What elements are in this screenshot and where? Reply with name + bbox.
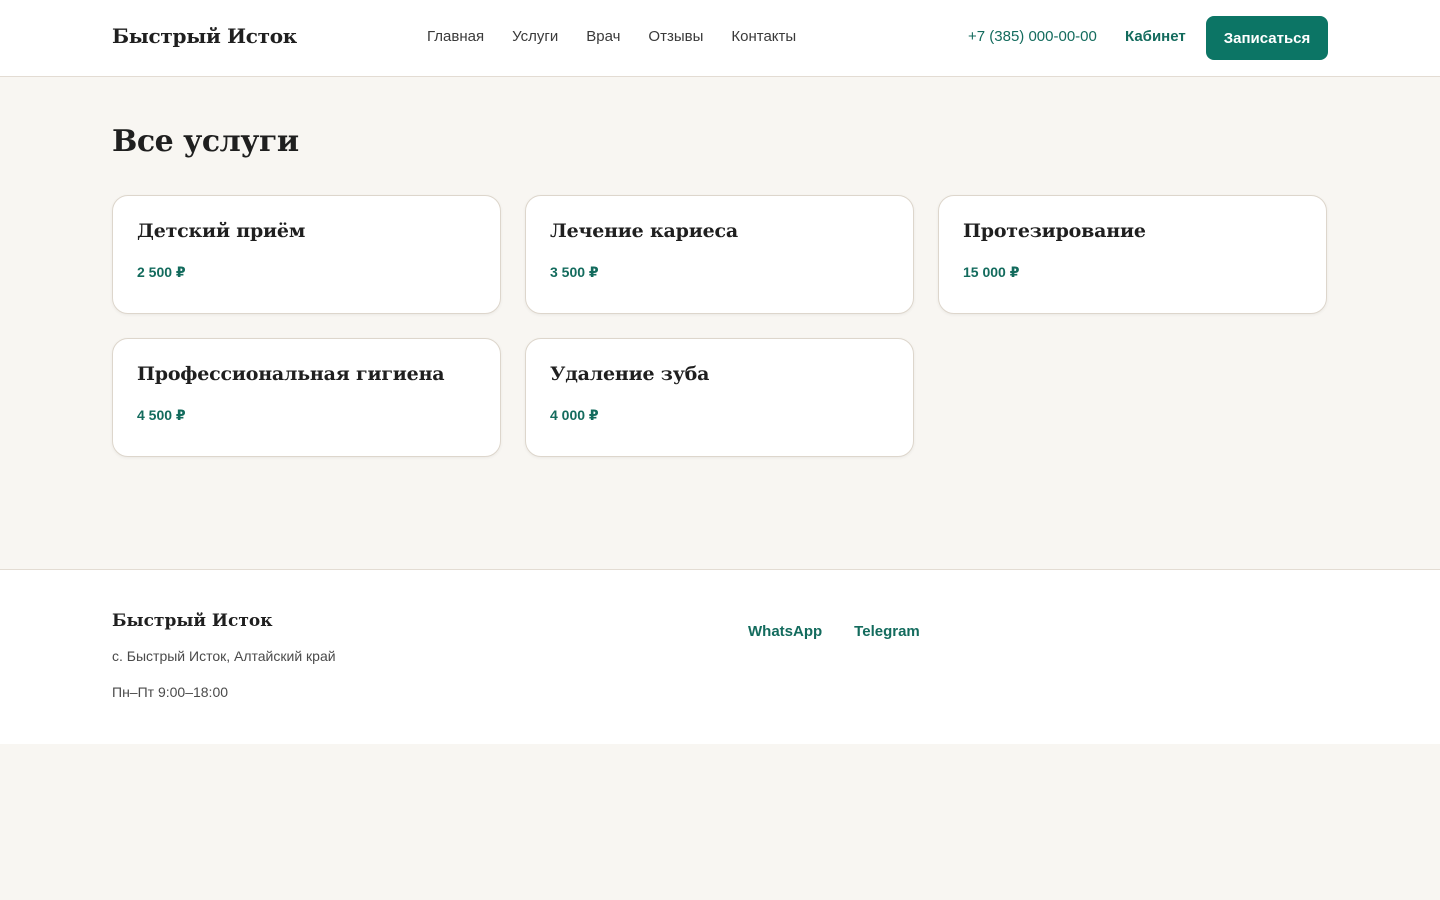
service-card[interactable]: Удаление зуба 4 000 ₽ [525,338,914,457]
footer-logo: Быстрый Исток [112,611,273,631]
service-price: 2 500 ₽ [137,264,186,280]
service-name: Удаление зуба [550,363,710,385]
nav-item-doctor[interactable]: Врач [586,28,620,45]
phone-link[interactable]: +7 (385) 000-00-00 [968,28,1097,45]
service-price: 4 500 ₽ [137,407,186,423]
site-footer: Быстрый Исток с. Быстрый Исток, Алтайски… [0,569,1440,744]
nav-item-home[interactable]: Главная [427,28,484,45]
service-card[interactable]: Протезирование 15 000 ₽ [938,195,1327,314]
book-appointment-button[interactable]: Записаться [1206,16,1328,60]
site-header: Быстрый Исток Главная Услуги Врач Отзывы… [0,0,1440,77]
nav-item-contacts[interactable]: Контакты [731,28,796,45]
service-price: 4 000 ₽ [550,407,599,423]
footer-hours: Пн–Пт 9:00–18:00 [112,684,229,700]
service-card[interactable]: Лечение кариеса 3 500 ₽ [525,195,914,314]
service-card[interactable]: Детский приём 2 500 ₽ [112,195,501,314]
service-name: Детский приём [137,220,306,242]
service-name: Протезирование [963,220,1146,242]
cabinet-link[interactable]: Кабинет [1125,28,1186,45]
main-nav: Главная Услуги Врач Отзывы Контакты [427,28,796,45]
nav-item-services[interactable]: Услуги [512,28,558,45]
telegram-link[interactable]: Telegram [854,623,920,640]
service-card[interactable]: Профессиональная гигиена 4 500 ₽ [112,338,501,457]
nav-item-reviews[interactable]: Отзывы [648,28,703,45]
service-name: Профессиональная гигиена [137,363,445,385]
footer-address: с. Быстрый Исток, Алтайский край [112,648,336,664]
services-grid: Детский приём 2 500 ₽ Лечение кариеса 3 … [112,195,1328,457]
footer-social-links: WhatsApp Telegram [748,623,920,640]
service-price: 3 500 ₽ [550,264,599,280]
service-name: Лечение кариеса [550,220,738,242]
whatsapp-link[interactable]: WhatsApp [748,623,822,640]
page-title: Все услуги [112,124,299,159]
site-logo[interactable]: Быстрый Исток [112,24,297,48]
service-price: 15 000 ₽ [963,264,1020,280]
